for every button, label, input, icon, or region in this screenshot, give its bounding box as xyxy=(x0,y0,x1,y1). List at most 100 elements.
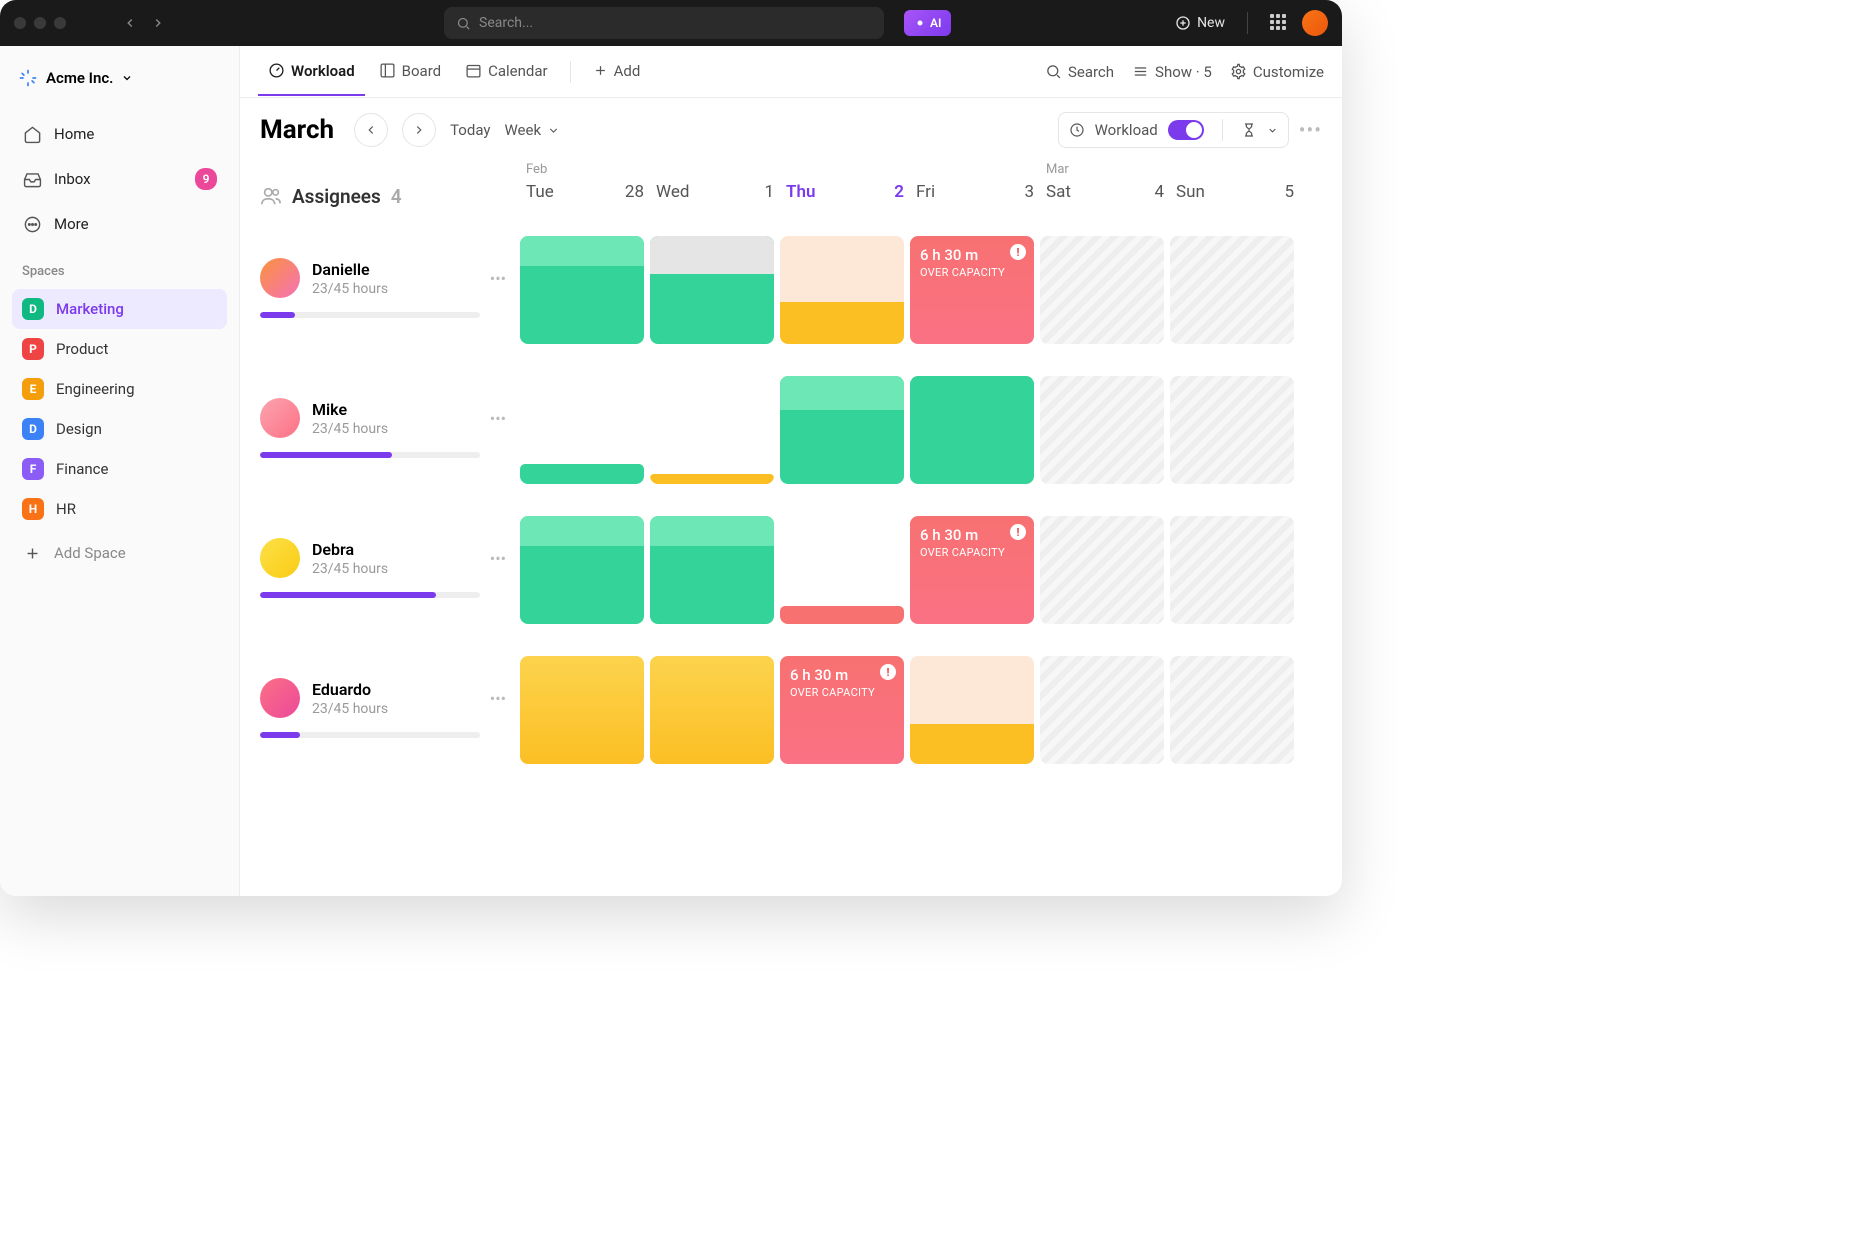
workspace-name: Acme Inc. xyxy=(46,69,113,87)
person-avatar[interactable] xyxy=(260,678,300,718)
workload-toggle[interactable]: Workload xyxy=(1058,112,1289,148)
tab-label: Board xyxy=(402,62,441,80)
add-view-button[interactable]: Add xyxy=(583,48,651,96)
workload-cell[interactable] xyxy=(780,516,904,624)
person-more-button[interactable]: ••• xyxy=(490,549,506,568)
logo-icon xyxy=(18,68,38,88)
plus-circle-icon xyxy=(1175,15,1191,31)
board-icon xyxy=(379,62,396,79)
sidebar-item-inbox[interactable]: Inbox 9 xyxy=(12,158,227,200)
toggle-switch[interactable] xyxy=(1168,120,1204,140)
sidebar-item-label: Inbox xyxy=(54,170,91,188)
nav-back[interactable] xyxy=(118,11,142,35)
person-name: Mike xyxy=(312,400,388,419)
maximize-dot[interactable] xyxy=(54,17,66,29)
range-select[interactable]: Week xyxy=(504,121,560,139)
tab-workload[interactable]: Workload xyxy=(258,48,365,96)
tab-calendar[interactable]: Calendar xyxy=(455,48,558,96)
over-label: OVER CAPACITY xyxy=(920,546,1024,559)
space-item-marketing[interactable]: DMarketing xyxy=(12,289,227,329)
search-icon xyxy=(1045,63,1062,80)
workload-cell[interactable] xyxy=(650,236,774,344)
workload-cell[interactable]: 6 h 30 mOVER CAPACITY! xyxy=(910,516,1034,624)
space-label: Marketing xyxy=(56,300,124,318)
space-item-finance[interactable]: FFinance xyxy=(12,449,227,489)
day-header: Sun5 xyxy=(1170,162,1300,230)
workload-cell[interactable] xyxy=(910,376,1034,484)
person-hours: 23/45 hours xyxy=(312,561,388,577)
ai-button[interactable]: AI xyxy=(904,10,951,36)
workload-cell[interactable] xyxy=(1040,236,1164,344)
day-header: FebTue28 xyxy=(520,162,650,230)
space-badge: D xyxy=(22,418,44,440)
hourglass-icon xyxy=(1241,122,1257,138)
show-label: Show · 5 xyxy=(1155,63,1212,81)
space-item-engineering[interactable]: EEngineering xyxy=(12,369,227,409)
day-label: Fri3 xyxy=(916,182,1034,202)
assignees-header: Assignees 4 xyxy=(260,162,520,230)
workload-cell[interactable] xyxy=(650,516,774,624)
workload-cell[interactable] xyxy=(520,656,644,764)
search-input[interactable]: Search... xyxy=(444,7,884,39)
apps-grid-icon[interactable] xyxy=(1270,14,1288,32)
person-avatar[interactable] xyxy=(260,538,300,578)
workload-cell[interactable] xyxy=(520,516,644,624)
person-more-button[interactable]: ••• xyxy=(490,409,506,428)
tab-board[interactable]: Board xyxy=(369,48,451,96)
workload-cell[interactable] xyxy=(650,376,774,484)
more-options-button[interactable]: ••• xyxy=(1299,118,1322,142)
show-button[interactable]: Show · 5 xyxy=(1132,63,1212,81)
workload-cell[interactable]: 6 h 30 mOVER CAPACITY! xyxy=(780,656,904,764)
space-badge: F xyxy=(22,458,44,480)
workload-cell[interactable] xyxy=(1170,656,1294,764)
space-badge: P xyxy=(22,338,44,360)
workload-cell[interactable] xyxy=(1040,516,1164,624)
person-hours: 23/45 hours xyxy=(312,421,388,437)
nav-forward[interactable] xyxy=(146,11,170,35)
progress-bar xyxy=(260,312,480,318)
person-more-button[interactable]: ••• xyxy=(490,689,506,708)
add-space-button[interactable]: Add Space xyxy=(12,533,227,573)
workload-cell[interactable] xyxy=(650,656,774,764)
person-avatar[interactable] xyxy=(260,258,300,298)
user-avatar[interactable] xyxy=(1302,10,1328,36)
sidebar-item-home[interactable]: Home xyxy=(12,114,227,154)
space-item-product[interactable]: PProduct xyxy=(12,329,227,369)
day-label: Sat4 xyxy=(1046,182,1164,202)
warning-icon: ! xyxy=(880,664,896,680)
prev-button[interactable] xyxy=(354,113,388,147)
workspace-switcher[interactable]: Acme Inc. xyxy=(12,60,227,96)
workload-cell[interactable] xyxy=(780,376,904,484)
space-item-design[interactable]: DDesign xyxy=(12,409,227,449)
new-button[interactable]: New xyxy=(1175,15,1225,31)
day-label: Sun5 xyxy=(1176,182,1294,202)
workload-cell[interactable]: 6 h 30 mOVER CAPACITY! xyxy=(910,236,1034,344)
workload-cell[interactable] xyxy=(910,656,1034,764)
workload-cell[interactable] xyxy=(1040,376,1164,484)
person-more-button[interactable]: ••• xyxy=(490,269,506,288)
workload-cell[interactable] xyxy=(520,236,644,344)
workload-cell[interactable] xyxy=(780,236,904,344)
close-dot[interactable] xyxy=(14,17,26,29)
space-item-hr[interactable]: HHR xyxy=(12,489,227,529)
today-button[interactable]: Today xyxy=(450,121,490,139)
person-avatar[interactable] xyxy=(260,398,300,438)
assignees-label: Assignees xyxy=(292,185,381,208)
next-button[interactable] xyxy=(402,113,436,147)
sidebar-item-more[interactable]: More xyxy=(12,204,227,244)
workload-cell[interactable] xyxy=(520,376,644,484)
spaces-heading: Spaces xyxy=(12,248,227,285)
space-badge: E xyxy=(22,378,44,400)
workload-cell[interactable] xyxy=(1040,656,1164,764)
day-header: Wed1 xyxy=(650,162,780,230)
workload-cell[interactable] xyxy=(1170,236,1294,344)
minimize-dot[interactable] xyxy=(34,17,46,29)
workload-cell[interactable] xyxy=(1170,516,1294,624)
day-header: Fri3 xyxy=(910,162,1040,230)
gauge-icon xyxy=(268,62,285,79)
customize-button[interactable]: Customize xyxy=(1230,63,1324,81)
person-hours: 23/45 hours xyxy=(312,281,388,297)
search-button[interactable]: Search xyxy=(1045,63,1114,81)
progress-bar xyxy=(260,592,480,598)
workload-cell[interactable] xyxy=(1170,376,1294,484)
